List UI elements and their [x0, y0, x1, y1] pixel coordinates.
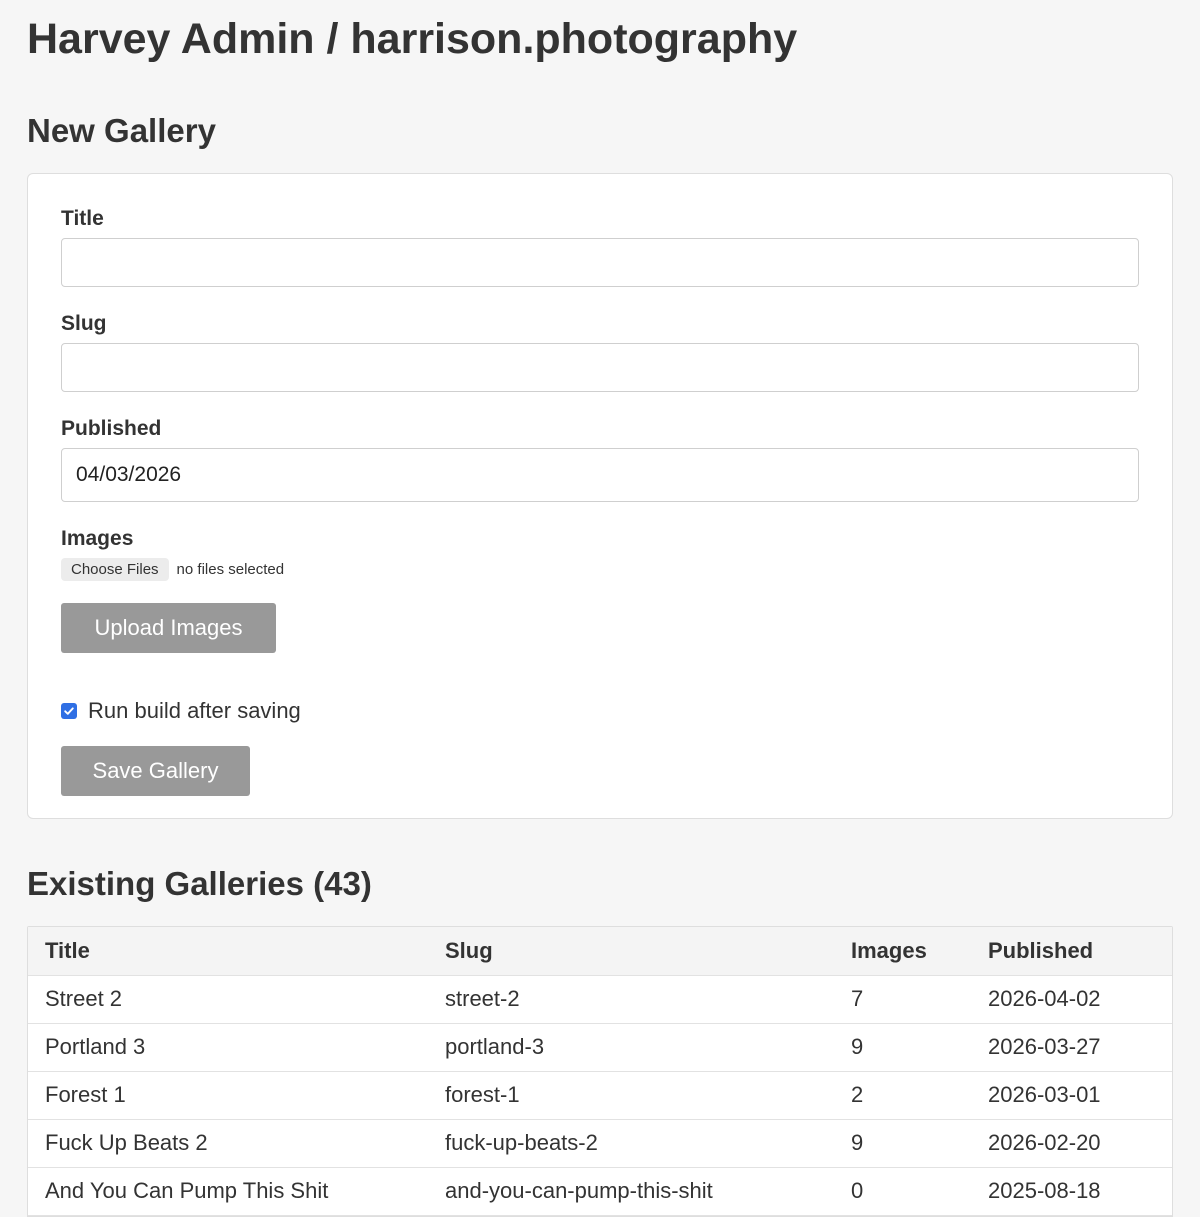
- upload-images-button[interactable]: Upload Images: [61, 603, 276, 653]
- new-gallery-form: Title Slug Published Images Choose Files…: [27, 173, 1173, 819]
- cell-slug: street-2: [428, 975, 834, 1024]
- published-date-input[interactable]: [61, 448, 1139, 502]
- run-build-label: Run build after saving: [88, 698, 301, 723]
- table-row[interactable]: Portland 3 portland-3 9 2026-03-27: [28, 1023, 1172, 1072]
- cell-images: 0: [834, 1167, 971, 1216]
- cell-title: Forest 1: [28, 1071, 428, 1120]
- file-picker: Choose Files no files selected: [61, 558, 1139, 581]
- run-build-option: Run build after saving: [61, 698, 1139, 724]
- cell-title: Fuck Up Beats 2: [28, 1119, 428, 1168]
- title-input[interactable]: [61, 238, 1139, 287]
- table-row[interactable]: And You Can Pump This Shit and-you-can-p…: [28, 1167, 1172, 1216]
- cell-slug: forest-1: [428, 1071, 834, 1120]
- page-title: Harvey Admin / harrison.photography: [27, 15, 798, 63]
- cell-published: 2026-04-02: [971, 975, 1172, 1024]
- cell-images: 7: [834, 975, 971, 1024]
- table-row[interactable]: Fuck Up Beats 2 fuck-up-beats-2 9 2026-0…: [28, 1119, 1172, 1168]
- save-gallery-button[interactable]: Save Gallery: [61, 746, 250, 796]
- cell-title: Portland 3: [28, 1023, 428, 1072]
- run-build-checkbox[interactable]: [61, 703, 77, 719]
- cell-slug: and-you-can-pump-this-shit: [428, 1167, 834, 1216]
- column-header-published: Published: [971, 927, 1172, 976]
- admin-page: Harvey Admin / harrison.photography New …: [0, 0, 1200, 1217]
- slug-input[interactable]: [61, 343, 1139, 392]
- cell-published: 2026-03-27: [971, 1023, 1172, 1072]
- table-row[interactable]: Forest 1 forest-1 2 2026-03-01: [28, 1071, 1172, 1120]
- images-label: Images: [61, 527, 134, 550]
- cell-slug: portland-3: [428, 1023, 834, 1072]
- title-label: Title: [61, 207, 104, 230]
- column-header-slug: Slug: [428, 927, 834, 976]
- column-header-images: Images: [834, 927, 971, 976]
- cell-slug: fuck-up-beats-2: [428, 1119, 834, 1168]
- cell-images: 9: [834, 1119, 971, 1168]
- cell-images: 2: [834, 1071, 971, 1120]
- table-row[interactable]: Street 2 street-2 7 2026-04-02: [28, 975, 1172, 1024]
- file-status-text: no files selected: [176, 561, 285, 578]
- published-label: Published: [61, 417, 162, 440]
- cell-title: And You Can Pump This Shit: [28, 1167, 428, 1216]
- checkmark-icon: [64, 707, 74, 715]
- galleries-table: Title Slug Images Published Street 2 str…: [27, 926, 1173, 1217]
- cell-images: 9: [834, 1023, 971, 1072]
- table-header-row: Title Slug Images Published: [28, 927, 1172, 976]
- cell-published: 2025-08-18: [971, 1167, 1172, 1216]
- existing-galleries-heading: Existing Galleries (43): [27, 865, 372, 902]
- slug-label: Slug: [61, 312, 107, 335]
- cell-published: 2026-03-01: [971, 1071, 1172, 1120]
- cell-title: Street 2: [28, 975, 428, 1024]
- new-gallery-heading: New Gallery: [27, 112, 216, 149]
- column-header-title: Title: [28, 927, 428, 976]
- cell-published: 2026-02-20: [971, 1119, 1172, 1168]
- choose-files-button[interactable]: Choose Files: [61, 558, 169, 581]
